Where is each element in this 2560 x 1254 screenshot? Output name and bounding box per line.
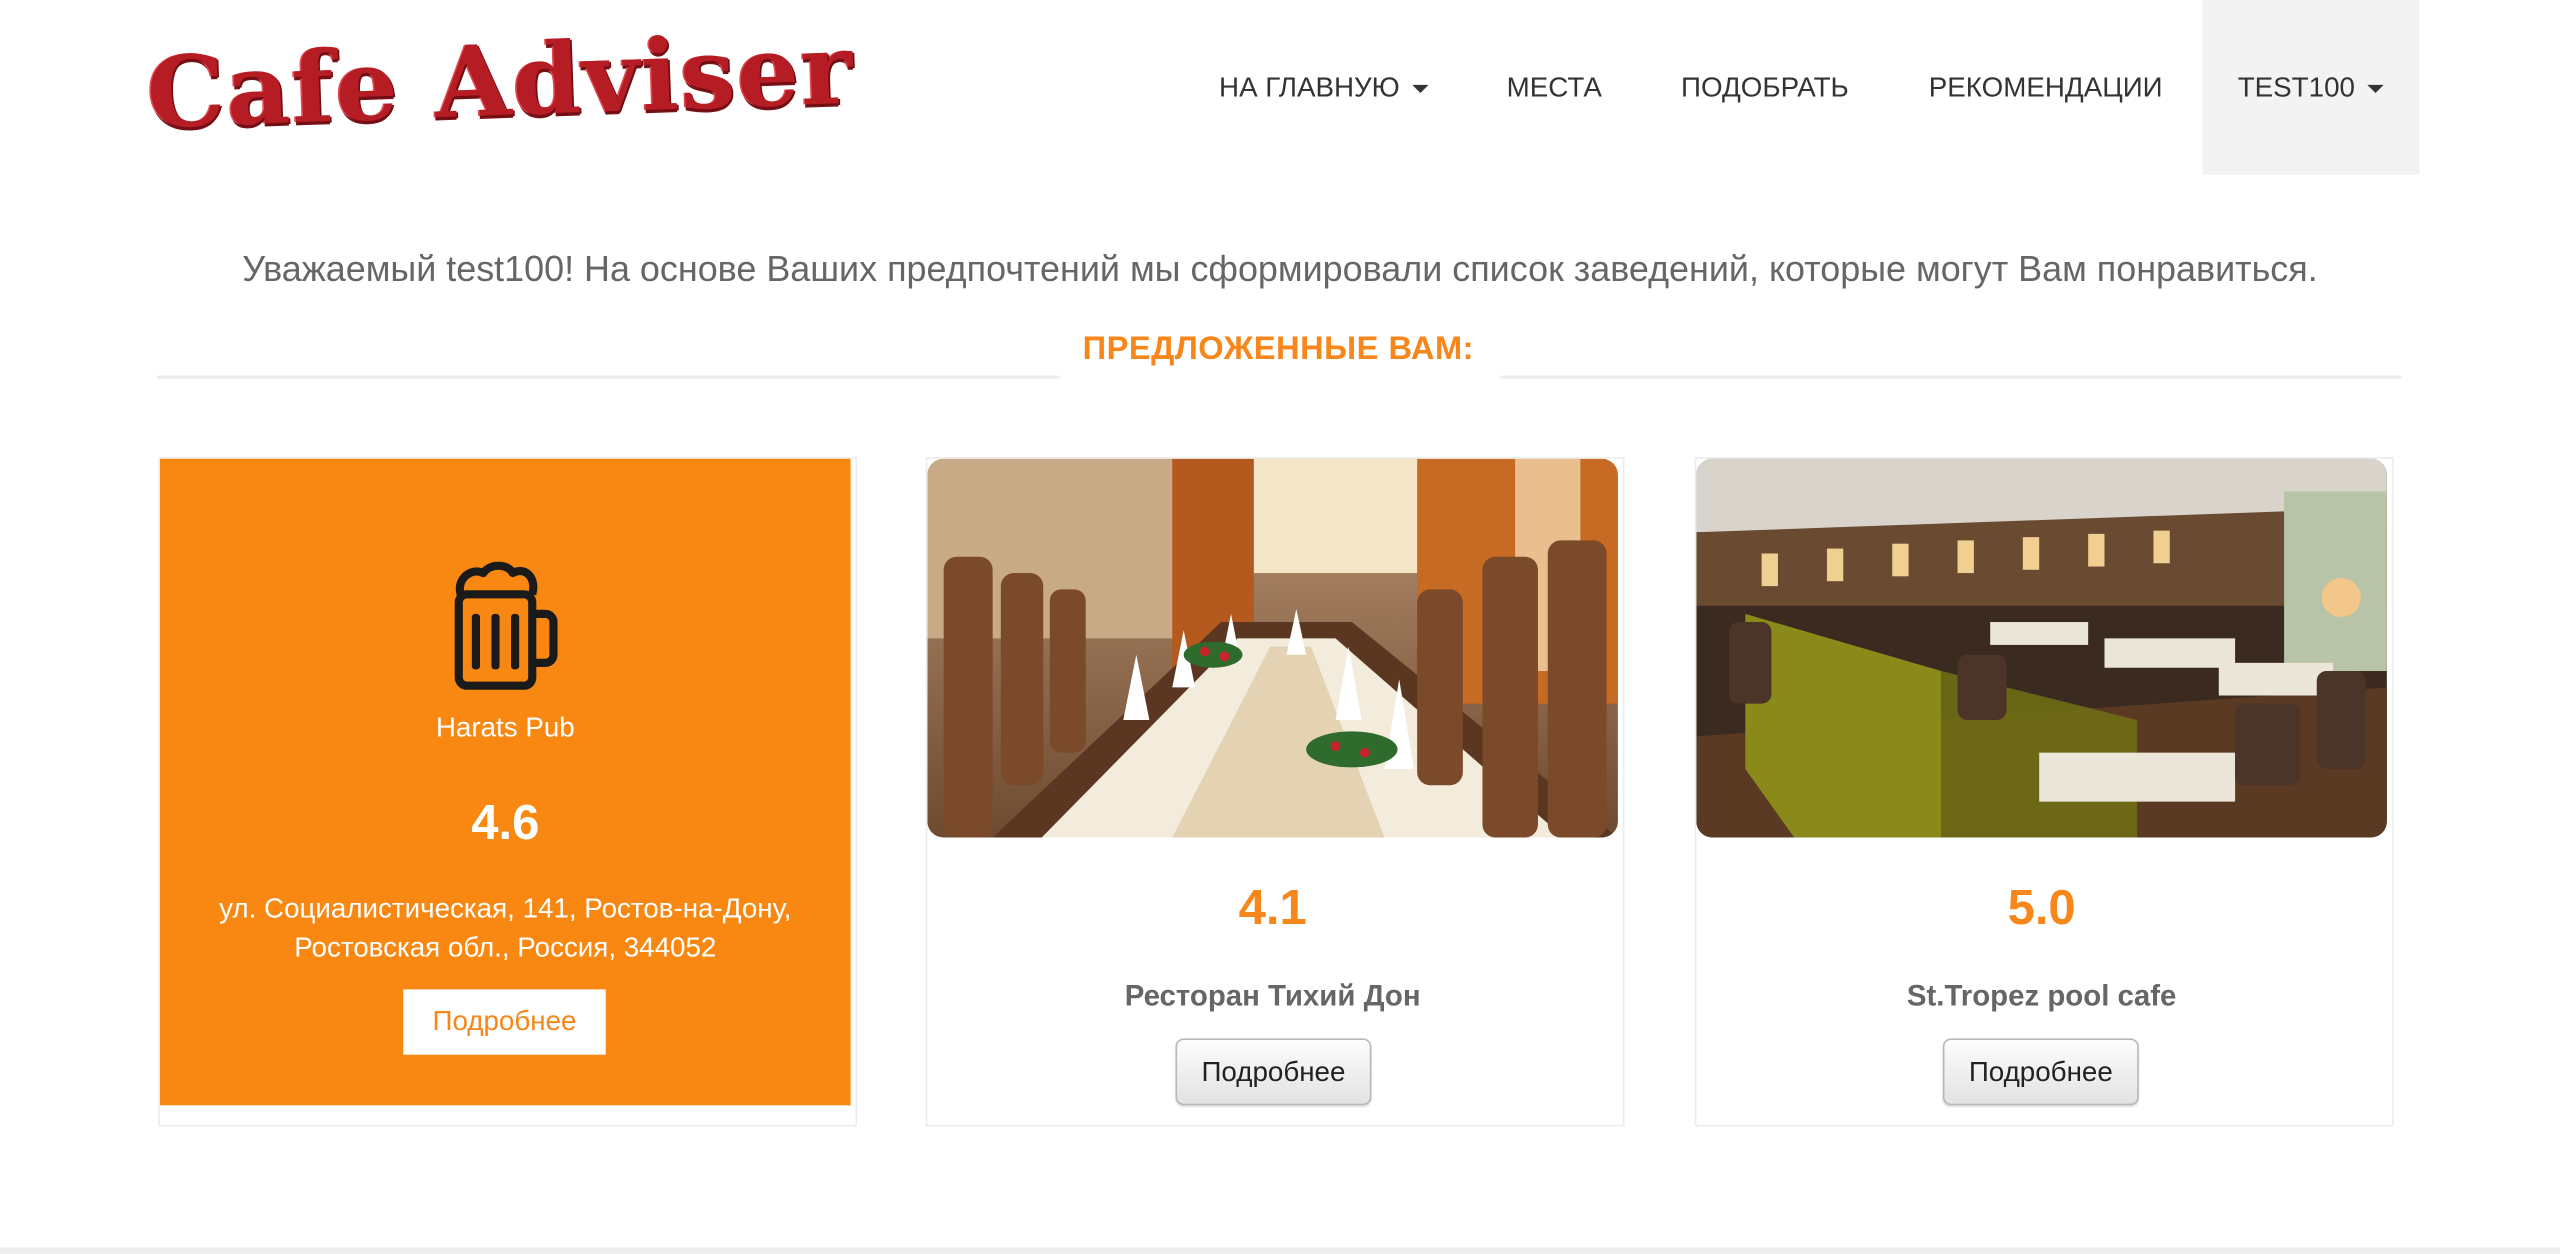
nav-user-menu[interactable]: TEST100: [2202, 0, 2420, 175]
caret-down-icon: [2368, 84, 2385, 94]
nav-home-label: НА ГЛАВНУЮ: [1219, 71, 1400, 103]
nav-pick[interactable]: ПОДОБРАТЬ: [1649, 0, 1881, 175]
venue-rating: 5.0: [2007, 881, 2076, 936]
venue-rating: 4.1: [1238, 881, 1307, 936]
nav-recommendations[interactable]: РЕКОМЕНДАЦИИ: [1894, 0, 2198, 175]
venue-photo-banquet-hall[interactable]: [927, 458, 1618, 838]
divider-right: [1500, 375, 2402, 379]
footer-divider: [0, 1247, 2560, 1254]
nav-pick-label: ПОДОБРАТЬ: [1681, 71, 1849, 103]
venue-photo-restaurant-interior[interactable]: [1696, 458, 2387, 838]
nav-places[interactable]: МЕСТА: [1473, 0, 1636, 175]
venue-name: St.Tropez pool cafe: [1906, 979, 2177, 1013]
beer-mug-icon: [454, 561, 558, 690]
section-title: ПРЕДЛОЖЕННЫЕ ВАМ:: [1082, 331, 1475, 368]
site-logo[interactable]: Cafe Adviser: [145, 5, 856, 163]
nav-recommendations-label: РЕКОМЕНДАЦИИ: [1928, 71, 2163, 103]
details-button[interactable]: Подробнее: [1175, 1038, 1372, 1106]
nav-user-label: TEST100: [2237, 71, 2355, 103]
page: Cafe Adviser НА ГЛАВНУЮ МЕСТА ПОДОБРАТЬ …: [0, 0, 2560, 1254]
featured-details-button[interactable]: Подробнее: [403, 989, 606, 1055]
divider-left: [156, 375, 1060, 379]
featured-venue-rating: 4.6: [471, 796, 540, 851]
featured-venue-name: Harats Pub: [435, 711, 575, 743]
intro-text: Уважаемый test100! На основе Ваших предп…: [242, 248, 2318, 289]
featured-venue-address: ул. Социалистическая, 141, Ростов-на-Дон…: [219, 893, 792, 964]
nav-places-label: МЕСТА: [1506, 71, 1602, 103]
caret-down-icon: [1412, 84, 1430, 94]
venue-name: Ресторан Тихий Дон: [1124, 979, 1421, 1013]
details-button[interactable]: Подробнее: [1942, 1038, 2139, 1106]
nav-home[interactable]: НА ГЛАВНУЮ: [1189, 0, 1460, 175]
